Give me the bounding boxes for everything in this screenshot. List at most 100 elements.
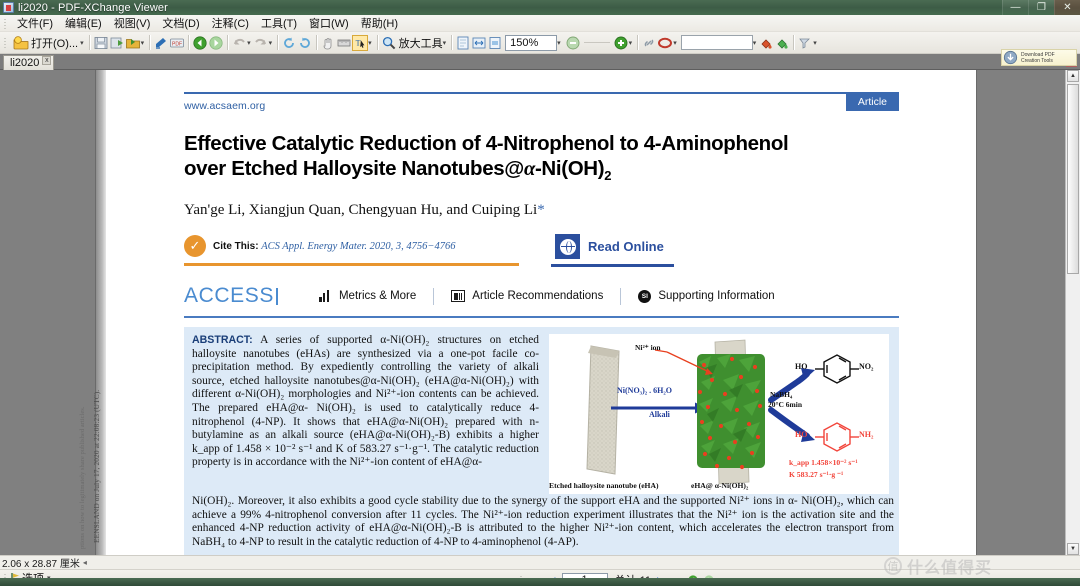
open-file-button[interactable]: 打开(O)... [11,35,80,51]
check-circle-icon: ✓ [184,235,206,258]
fit-width-icon[interactable] [471,35,487,51]
stroke-color-icon[interactable] [774,35,790,51]
zoom-level-input[interactable]: 150% [505,34,558,51]
access-label: ACCESS [184,284,274,308]
cite-this-block: ✓ Cite This: ACS Appl. Energy Mater. 202… [184,231,519,267]
measurement-caret[interactable]: ◂ [83,558,87,567]
previous-page-icon[interactable] [192,35,208,51]
menu-comment[interactable]: 注释(C) [206,14,255,32]
abstract-top-row: ABSTRACT: A series of supported α-Ni(OH)… [192,334,889,495]
select-tool-dropdown-caret[interactable]: ▾ [368,39,372,47]
header-rule [184,92,899,94]
author-names: Yan'ge Li, Xiangjun Quan, Chengyuan Hu, … [184,202,538,219]
email-pdf-icon[interactable]: PDF [169,35,185,51]
zoom-dropdown-caret[interactable]: ▾ [557,39,561,47]
abstract-line: (4-AP). [544,535,579,548]
format-painter-icon[interactable] [797,35,813,51]
toolbar-spacer [583,42,610,43]
window-title: li2020 - PDF-XChange Viewer [18,1,168,14]
download-pdf-creation-tools-badge[interactable]: Download PDF Creation Tools [1001,49,1077,66]
watermark: 值 什么值得买 [883,554,992,578]
ga-product-nh2: NH₂ [859,430,874,440]
magnify-tool-label[interactable]: 放大工具 [399,35,443,51]
rotate-left-icon[interactable] [281,35,297,51]
undo-dropdown-caret[interactable]: ▾ [247,39,251,47]
ga-reactant-no2: NO₂ [859,362,874,372]
toolbar-grip-handle[interactable] [2,36,9,49]
globe-icon [555,234,580,260]
menu-bar: 文件(F) 编辑(E) 视图(V) 文档(D) 注释(C) 工具(T) 窗口(W… [0,15,1080,32]
pdf-viewer-canvas[interactable]: EENSLAND on July 17, 2020 at 22:08:23 (U… [0,70,1080,555]
undo-icon[interactable] [231,35,247,51]
document-tab-li2020[interactable]: li2020 x [3,55,55,70]
menu-document[interactable]: 文档(D) [156,14,205,32]
menu-edit[interactable]: 编辑(E) [59,14,108,32]
scroll-up-arrow[interactable]: ▲ [1067,70,1079,82]
zoom-in-icon[interactable] [613,35,629,51]
print-icon[interactable] [153,35,169,51]
menu-view[interactable]: 视图(V) [108,14,157,32]
abstract-continuation: Ni(OH)₂. Moreover, it also exhibits a go… [192,495,894,549]
title-alpha-symbol: α [523,158,535,180]
pdf-document-icon [3,2,14,13]
annotation-style-input[interactable] [680,35,753,50]
fit-page-icon[interactable] [455,35,471,51]
abstract-line: A series of supported α-Ni(OH)₂ structur… [260,334,502,347]
zoom-in-dropdown-caret[interactable]: ▾ [629,39,633,47]
magnify-dropdown-caret[interactable]: ▾ [443,39,447,47]
open-file-label: 打开(O)... [31,37,79,50]
menu-grip-handle[interactable] [2,16,9,30]
export-folder-icon[interactable] [125,35,141,51]
main-toolbar: 打开(O)... ▾ ▾ PDF ▾ ▾ T ▾ 放大工具 ▾ 150% ▾ ▾… [0,32,1080,66]
hand-tool-icon[interactable] [320,35,336,51]
menu-file[interactable]: 文件(F) [11,14,59,32]
select-text-tool-icon[interactable]: T [352,34,369,51]
vertical-scrollbar[interactable]: ▲ ▼ [1065,70,1080,555]
fit-visible-icon[interactable] [487,35,503,51]
journal-header-row: www.acsaem.org Article [184,94,899,112]
citation-row: ✓ Cite This: ACS Appl. Energy Mater. 202… [184,231,899,268]
save-icon[interactable] [93,35,109,51]
scroll-down-arrow[interactable]: ▼ [1067,543,1079,555]
abstract-label: ABSTRACT: [192,334,253,347]
redo-dropdown-caret[interactable]: ▾ [269,39,273,47]
article-recommendations-link[interactable]: Article Recommendations [451,290,603,303]
fill-color-icon[interactable] [758,35,774,51]
ga-reactant-ho: HO [795,362,808,372]
scrollbar-thumb[interactable] [1067,84,1079,274]
page-content: www.acsaem.org Article Effective Catalyt… [106,70,976,555]
maximize-button[interactable]: ❐ [1028,0,1054,15]
save-as-icon[interactable] [109,35,125,51]
link-tool-icon[interactable] [641,35,657,51]
menu-tools[interactable]: 工具(T) [255,14,303,32]
minimize-button[interactable]: — [1002,0,1028,15]
close-button[interactable]: ✕ [1054,0,1080,15]
tab-close-icon[interactable]: x [42,56,52,65]
menu-window[interactable]: 窗口(W) [303,14,355,32]
side-stamp-sharing-options: ptions on how to legitimately share publ… [79,406,86,549]
highlight-dropdown-caret[interactable]: ▾ [673,39,677,47]
abstract-line: × 10⁻² s⁻¹ and K of 583.27 s⁻¹·g⁻¹. The … [264,442,539,455]
redo-icon[interactable] [253,35,269,51]
annotation-style-caret[interactable]: ▾ [753,39,757,47]
magnify-tool-icon[interactable] [381,35,397,51]
graphical-abstract-figure: Ni²⁺ ion Ni(NO₃)₂ . 6H₂O Alkali NaBH₄ 20… [549,334,889,495]
ga-right-caption: eHA@ α-Ni(OH)₂ [691,481,749,491]
next-page-icon[interactable] [208,35,224,51]
highlight-tool-icon[interactable] [657,35,673,51]
open-dropdown-caret[interactable]: ▾ [80,39,84,47]
supporting-information-link[interactable]: SI Supporting Information [638,289,775,303]
rotate-right-icon[interactable] [297,35,313,51]
toolbar-separator [149,35,151,50]
cite-this-value[interactable]: ACS Appl. Energy Mater. 2020, 3, 4756−47… [261,241,455,252]
zoom-out-icon[interactable] [565,35,581,51]
format-painter-caret[interactable]: ▾ [813,39,817,47]
menu-help[interactable]: 帮助(H) [355,14,404,32]
measure-tool-icon[interactable] [336,35,352,51]
metrics-and-more-link[interactable]: Metrics & More [318,290,416,303]
export-dropdown-caret[interactable]: ▾ [141,39,145,47]
journal-url[interactable]: www.acsaem.org [184,100,265,112]
etched-nanotube-shape [586,345,620,475]
pdf-xchange-viewer-window: li2020 - PDF-XChange Viewer — ❐ ✕ 文件(F) … [0,0,1080,586]
read-online-block[interactable]: Read Online [551,231,674,268]
